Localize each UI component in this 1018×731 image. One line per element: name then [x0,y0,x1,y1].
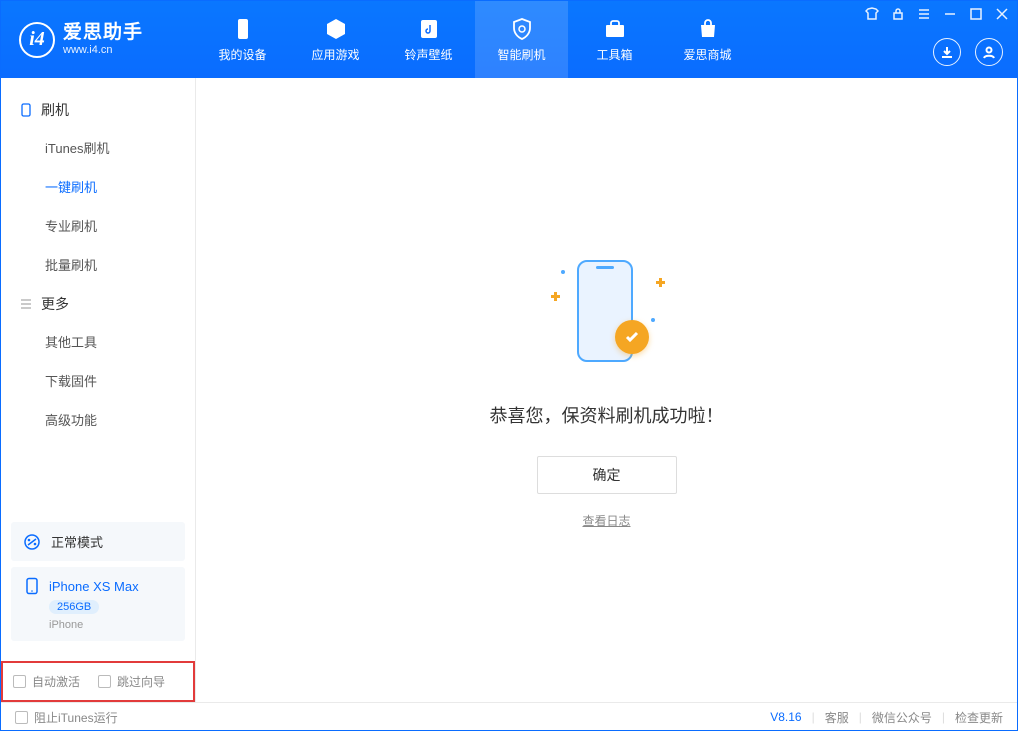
app-subtitle: www.i4.cn [63,44,143,56]
lock-icon[interactable] [891,7,905,21]
version-label: V8.16 [770,710,801,724]
device-type: iPhone [49,619,173,631]
nav-label: 智能刷机 [497,46,545,63]
wechat-link[interactable]: 微信公众号 [872,709,932,726]
checkbox-label: 自动激活 [32,673,80,690]
download-icon[interactable] [933,38,961,66]
separator: | [859,710,862,724]
sidebar-group-flash: 刷机 [1,90,195,128]
sidebar-item-other-tools[interactable]: 其他工具 [1,322,195,361]
check-update-link[interactable]: 检查更新 [955,709,1003,726]
separator: | [942,710,945,724]
cube-icon [323,16,349,42]
nav-label: 工具箱 [596,46,632,63]
nav-toolbox[interactable]: 工具箱 [568,1,661,78]
nav-ringtone-wallpaper[interactable]: 铃声壁纸 [382,1,475,78]
dot-icon [651,318,655,322]
header: i4 爱思助手 www.i4.cn 我的设备 应用游戏 铃声壁纸 智能刷机 工具… [1,1,1017,78]
option-checkbox-row: 自动激活 跳过向导 [1,661,195,702]
nav: 我的设备 应用游戏 铃声壁纸 智能刷机 工具箱 爱思商城 [196,1,754,78]
statusbar: 阻止iTunes运行 V8.16 | 客服 | 微信公众号 | 检查更新 [1,702,1017,731]
nav-label: 爱思商城 [683,46,731,63]
view-log-link[interactable]: 查看日志 [582,512,630,529]
sidebar: 刷机 iTunes刷机 一键刷机 专业刷机 批量刷机 更多 其他工具 下载固件 … [1,78,196,702]
check-badge-icon [615,320,649,354]
sidebar-item-pro-flash[interactable]: 专业刷机 [1,206,195,245]
nav-label: 铃声壁纸 [404,46,452,63]
list-icon [19,297,33,311]
minimize-icon[interactable] [943,7,957,21]
support-link[interactable]: 客服 [825,709,849,726]
group-title: 刷机 [41,100,69,120]
phone-icon [23,577,41,595]
sidebar-item-oneclick-flash[interactable]: 一键刷机 [1,167,195,206]
menu-icon[interactable] [917,7,931,21]
separator: | [812,710,815,724]
device-name: iPhone XS Max [49,579,139,594]
spark-icon [656,278,665,287]
toolbox-icon [602,16,628,42]
sidebar-scroll: 刷机 iTunes刷机 一键刷机 专业刷机 批量刷机 更多 其他工具 下载固件 … [1,78,195,522]
sidebar-item-itunes-flash[interactable]: iTunes刷机 [1,128,195,167]
refresh-shield-icon [509,16,535,42]
checkbox-box-icon[interactable] [15,711,28,724]
nav-smart-flash[interactable]: 智能刷机 [475,1,568,78]
checkbox-skip-guide[interactable]: 跳过向导 [98,673,165,690]
logo-text: 爱思助手 www.i4.cn [63,23,143,56]
logo-area: i4 爱思助手 www.i4.cn [1,1,196,78]
logo-icon: i4 [19,22,55,58]
checkbox-box-icon [98,675,111,688]
sidebar-item-advanced[interactable]: 高级功能 [1,400,195,439]
success-illustration [547,252,667,372]
nav-store[interactable]: 爱思商城 [661,1,754,78]
device-panel: 正常模式 iPhone XS Max 256GB iPhone [1,522,195,651]
close-icon[interactable] [995,7,1009,21]
device-capacity: 256GB [49,600,99,614]
app-title: 爱思助手 [63,23,143,44]
device-mode-label: 正常模式 [51,532,103,551]
statusbar-left: 阻止iTunes运行 [15,709,118,726]
sidebar-group-more: 更多 [1,284,195,322]
bag-icon [695,16,721,42]
main-content: 恭喜您，保资料刷机成功啦！ 确定 查看日志 [196,78,1017,702]
block-itunes-label[interactable]: 阻止iTunes运行 [34,709,118,726]
nav-label: 我的设备 [218,46,266,63]
group-title: 更多 [41,294,69,314]
device-row: iPhone XS Max [23,577,173,595]
spark-icon [551,292,560,301]
sidebar-item-batch-flash[interactable]: 批量刷机 [1,245,195,284]
ok-button[interactable]: 确定 [537,456,677,494]
checkbox-box-icon [13,675,26,688]
music-icon [416,16,442,42]
nav-apps-games[interactable]: 应用游戏 [289,1,382,78]
success-message: 恭喜您，保资料刷机成功啦！ [490,402,724,428]
device-info-card[interactable]: iPhone XS Max 256GB iPhone [11,567,185,641]
dot-icon [561,270,565,274]
user-icon[interactable] [975,38,1003,66]
nav-label: 应用游戏 [311,46,359,63]
device-mode-card[interactable]: 正常模式 [11,522,185,561]
body: 刷机 iTunes刷机 一键刷机 专业刷机 批量刷机 更多 其他工具 下载固件 … [1,78,1017,702]
checkbox-label: 跳过向导 [117,673,165,690]
window-controls [865,7,1009,21]
statusbar-right: V8.16 | 客服 | 微信公众号 | 检查更新 [770,709,1003,726]
nav-my-device[interactable]: 我的设备 [196,1,289,78]
phone-outline-icon [19,103,33,117]
header-right [933,38,1003,66]
sidebar-item-download-firmware[interactable]: 下载固件 [1,361,195,400]
device-icon [230,16,256,42]
maximize-icon[interactable] [969,7,983,21]
checkbox-auto-activate[interactable]: 自动激活 [13,673,80,690]
mode-icon [23,533,41,551]
shirt-icon[interactable] [865,7,879,21]
